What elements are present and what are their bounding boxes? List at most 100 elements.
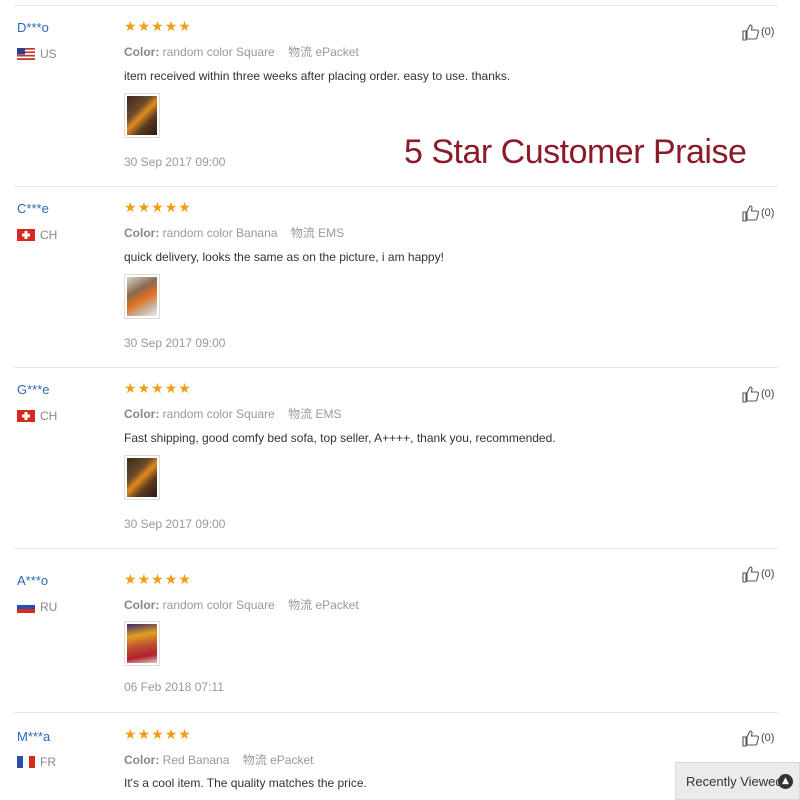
helpful-button[interactable]: (0): [741, 203, 774, 223]
star-icon: ★: [164, 200, 178, 216]
country-code: FR: [40, 755, 56, 769]
star-icon: ★: [178, 200, 191, 216]
review-date: 06 Feb 2018 07:11: [124, 680, 224, 694]
photo-image: [127, 458, 157, 497]
color-value: Red Banana: [162, 753, 230, 767]
star-icon: ★: [164, 572, 178, 588]
review-meta: Color: random color Square 物流 ePacket: [124, 596, 359, 613]
color-value: random color Square: [162, 598, 275, 612]
shipping-value: ePacket: [270, 753, 314, 767]
color-value: random color Banana: [162, 226, 278, 240]
review-date: 30 Sep 2017 09:00: [124, 155, 226, 169]
star-icon: ★: [137, 381, 151, 397]
star-icon: ★: [137, 200, 151, 216]
review-text: item received within three weeks after p…: [124, 69, 511, 83]
star-icon: ★: [164, 727, 178, 743]
color-label: Color:: [124, 753, 160, 767]
star-icon: ★: [124, 19, 137, 35]
color-value: random color Square: [162, 45, 275, 59]
review-photo-thumbnail[interactable]: [124, 621, 160, 666]
review-item: A***o RU ★ ★ ★ ★ ★ Color: random color Squar…: [0, 553, 800, 717]
review-text: Fast shipping, good comfy bed sofa, top …: [124, 431, 556, 445]
review-photo-thumbnail[interactable]: [124, 455, 160, 500]
country-code: US: [40, 47, 57, 61]
thumbs-up-icon: [742, 566, 760, 583]
reviewer-country: US: [17, 47, 57, 61]
helpful-button[interactable]: (0): [741, 22, 774, 42]
thumbs-up-icon: [742, 24, 760, 41]
review-meta: Color: random color Banana 物流 EMS: [124, 224, 344, 241]
recently-viewed-tab[interactable]: Recently Viewed ▲: [675, 762, 800, 800]
review-text: quick delivery, looks the same as on the…: [124, 250, 444, 264]
star-rating: ★ ★ ★ ★ ★: [124, 572, 191, 588]
star-icon: ★: [124, 572, 137, 588]
color-label: Color:: [124, 407, 160, 421]
review-meta: Color: Red Banana 物流 ePacket: [124, 751, 313, 768]
country-code: CH: [40, 409, 58, 423]
star-icon: ★: [164, 19, 178, 35]
thumbs-up-icon: [742, 205, 760, 222]
review-item: G***e CH ★ ★ ★ ★ ★ Color: random color Squar…: [0, 362, 800, 543]
star-rating: ★ ★ ★ ★ ★: [124, 19, 191, 35]
review-meta: Color: random color Square 物流 ePacket: [124, 43, 359, 60]
helpful-count: (0): [761, 207, 775, 219]
review-photo-thumbnail[interactable]: [124, 93, 160, 138]
color-label: Color:: [124, 226, 160, 240]
star-rating: ★ ★ ★ ★ ★: [124, 381, 191, 397]
star-icon: ★: [178, 727, 191, 743]
star-icon: ★: [151, 727, 164, 743]
logistics-label: 物流: [288, 45, 313, 59]
star-icon: ★: [178, 572, 191, 588]
star-icon: ★: [124, 200, 137, 216]
logistics-label: 物流: [288, 598, 313, 612]
photo-image: [127, 277, 157, 316]
review-date: 30 Sep 2017 09:00: [124, 336, 226, 350]
helpful-button[interactable]: (0): [741, 728, 774, 748]
reviewer-name: M***a: [17, 729, 51, 744]
review-photo-thumbnail[interactable]: [124, 274, 160, 319]
color-value: random color Square: [162, 407, 275, 421]
helpful-count: (0): [761, 26, 775, 38]
ru-flag-icon: [17, 601, 35, 613]
country-code: CH: [40, 228, 58, 242]
reviewer-country: RU: [17, 600, 57, 614]
reviewer-country: CH: [17, 228, 57, 242]
shipping-value: EMS: [315, 407, 342, 421]
ch-flag-icon: [17, 410, 35, 422]
country-code: RU: [40, 600, 58, 614]
helpful-button[interactable]: (0): [741, 384, 774, 404]
photo-image: [127, 96, 157, 135]
review-item: C***e CH ★ ★ ★ ★ ★ Color: random color Banan…: [0, 181, 800, 362]
star-icon: ★: [151, 200, 164, 216]
reviewer-country: FR: [17, 755, 56, 769]
star-icon: ★: [178, 381, 191, 397]
reviewer-name: G***e: [17, 382, 50, 397]
star-icon: ★: [124, 381, 137, 397]
logistics-label: 物流: [242, 753, 267, 767]
photo-image: [127, 624, 157, 663]
helpful-count: (0): [761, 568, 775, 580]
review-text: It's a cool item. The quality matches th…: [124, 776, 367, 790]
divider: [14, 548, 778, 549]
review-meta: Color: random color Square 物流 EMS: [124, 405, 341, 422]
thumbs-up-icon: [742, 386, 760, 403]
star-icon: ★: [137, 572, 151, 588]
helpful-count: (0): [761, 732, 775, 744]
shipping-value: ePacket: [315, 45, 359, 59]
star-icon: ★: [124, 727, 137, 743]
thumbs-up-icon: [742, 730, 760, 747]
star-icon: ★: [151, 19, 164, 35]
star-rating: ★ ★ ★ ★ ★: [124, 200, 191, 216]
color-label: Color:: [124, 598, 160, 612]
star-icon: ★: [164, 381, 178, 397]
helpful-button[interactable]: (0): [741, 564, 774, 584]
helpful-count: (0): [761, 388, 775, 400]
reviewer-name: D***o: [17, 20, 49, 35]
reviewer-country: CH: [17, 409, 57, 423]
logistics-label: 物流: [290, 226, 315, 240]
chevron-up-icon: ▲: [778, 774, 793, 789]
star-icon: ★: [178, 19, 191, 35]
color-label: Color:: [124, 45, 160, 59]
star-rating: ★ ★ ★ ★ ★: [124, 727, 191, 743]
reviewer-name: A***o: [17, 573, 49, 588]
